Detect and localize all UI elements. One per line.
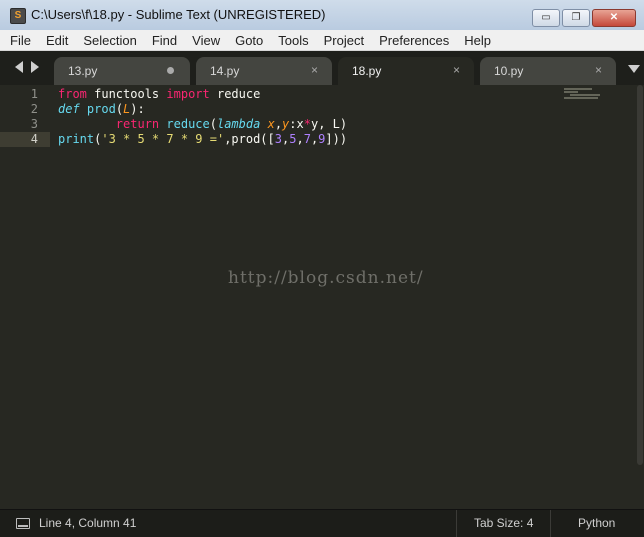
syntax-selector[interactable]: Python <box>578 516 615 530</box>
tab-close-icon[interactable]: × <box>311 63 318 77</box>
menu-help[interactable]: Help <box>454 33 496 48</box>
code-token: ,prod([ <box>224 132 275 146</box>
modified-dot-icon[interactable] <box>167 67 174 74</box>
code-token: x <box>267 117 275 131</box>
menu-tools[interactable]: Tools <box>268 33 313 48</box>
cursor-position: Line 4, Column 41 <box>39 516 137 530</box>
code-token: prod <box>86 102 116 116</box>
tab-label: 18.py <box>352 64 382 78</box>
code-token: ( <box>115 102 124 116</box>
code-token: '3 * 5 * 7 * 9 =' <box>101 132 225 146</box>
code-token: def <box>58 102 80 116</box>
code-token: lambda <box>216 117 261 131</box>
tab-label: 10.py <box>494 64 524 78</box>
line-gutter: 1 2 3 4 <box>0 85 50 509</box>
menu-find[interactable]: Find <box>142 33 182 48</box>
tab-18-py[interactable]: 18.py × <box>338 57 474 85</box>
code-token: 7 <box>303 132 311 146</box>
code-token: reduce <box>166 117 210 131</box>
code-token: from <box>58 87 87 101</box>
window-title: C:\Users\f\18.py - Sublime Text (UNREGIS… <box>31 7 326 22</box>
line-number-current: 4 <box>30 132 38 146</box>
menu-preferences[interactable]: Preferences <box>369 33 454 48</box>
tab-scroll-right-icon[interactable] <box>31 61 39 73</box>
code-token: , <box>274 117 283 131</box>
watermark-text: http://blog.csdn.net/ <box>228 268 424 288</box>
tab-label: 13.py <box>68 64 98 78</box>
menu-file[interactable]: File <box>0 33 36 48</box>
code-token: , <box>296 132 304 146</box>
status-bar: Line 4, Column 41 Tab Size: 4 Python <box>0 509 644 537</box>
sublime-app-icon[interactable]: S <box>10 8 26 24</box>
tab-close-icon[interactable]: × <box>453 63 460 77</box>
code-token: ): <box>130 102 145 116</box>
code-area[interactable]: from functools import reduce def prod(L)… <box>58 85 347 175</box>
code-token: reduce <box>209 87 261 101</box>
tab-list-dropdown-icon[interactable] <box>628 65 640 73</box>
code-token: * <box>303 117 311 131</box>
code-token: functools <box>86 87 167 101</box>
tab-14-py[interactable]: 14.py × <box>196 57 332 85</box>
window-controls: ▭ ❐ ✕ <box>532 9 636 27</box>
code-editor[interactable]: 1 2 3 4 from functools import reduce def… <box>0 85 644 509</box>
code-line[interactable]: def prod(L): <box>58 102 145 117</box>
code-line[interactable]: return reduce(lambda x,y:x*y, L) <box>58 117 347 132</box>
menu-selection[interactable]: Selection <box>73 33 141 48</box>
code-line[interactable]: print('3 * 5 * 7 * 9 =',prod([3,5,7,9])) <box>58 132 347 147</box>
line-number: 3 <box>30 117 38 131</box>
status-divider <box>456 510 457 537</box>
code-token: print <box>58 132 95 146</box>
tab-bar: 13.py 14.py × 18.py × 10.py × <box>0 51 644 85</box>
close-button[interactable]: ✕ <box>592 9 636 27</box>
minimize-button[interactable]: ▭ <box>532 9 560 27</box>
minimap[interactable] <box>564 87 604 101</box>
code-token: 3 <box>274 132 282 146</box>
code-line[interactable]: from functools import reduce <box>58 87 260 102</box>
menu-project[interactable]: Project <box>314 33 369 48</box>
maximize-button[interactable]: ❐ <box>562 9 590 27</box>
code-token: import <box>166 87 210 101</box>
title-bar[interactable]: S C:\Users\f\18.py - Sublime Text (UNREG… <box>0 0 644 31</box>
tab-close-icon[interactable]: × <box>595 63 602 77</box>
menu-bar: File Edit Selection Find View Goto Tools… <box>0 30 644 51</box>
menu-view[interactable]: View <box>182 33 225 48</box>
sublime-window: S C:\Users\f\18.py - Sublime Text (UNREG… <box>0 0 644 537</box>
panel-toggle-icon[interactable] <box>16 518 30 529</box>
line-number: 1 <box>30 87 38 101</box>
tab-10-py[interactable]: 10.py × <box>480 57 616 85</box>
tab-scroll-left-icon[interactable] <box>15 61 23 73</box>
tab-13-py[interactable]: 13.py <box>54 57 190 85</box>
vertical-scrollbar[interactable] <box>637 85 643 465</box>
tab-label: 14.py <box>210 64 240 78</box>
code-token: ( <box>209 117 217 131</box>
menu-goto[interactable]: Goto <box>225 33 268 48</box>
code-token: y, L) <box>310 117 348 131</box>
code-token: return <box>115 117 160 131</box>
tab-size-selector[interactable]: Tab Size: 4 <box>474 516 533 530</box>
menu-edit[interactable]: Edit <box>36 33 73 48</box>
code-token: ])) <box>325 132 348 146</box>
line-number: 2 <box>30 102 38 116</box>
code-token: :x <box>289 117 304 131</box>
status-divider <box>550 510 551 537</box>
